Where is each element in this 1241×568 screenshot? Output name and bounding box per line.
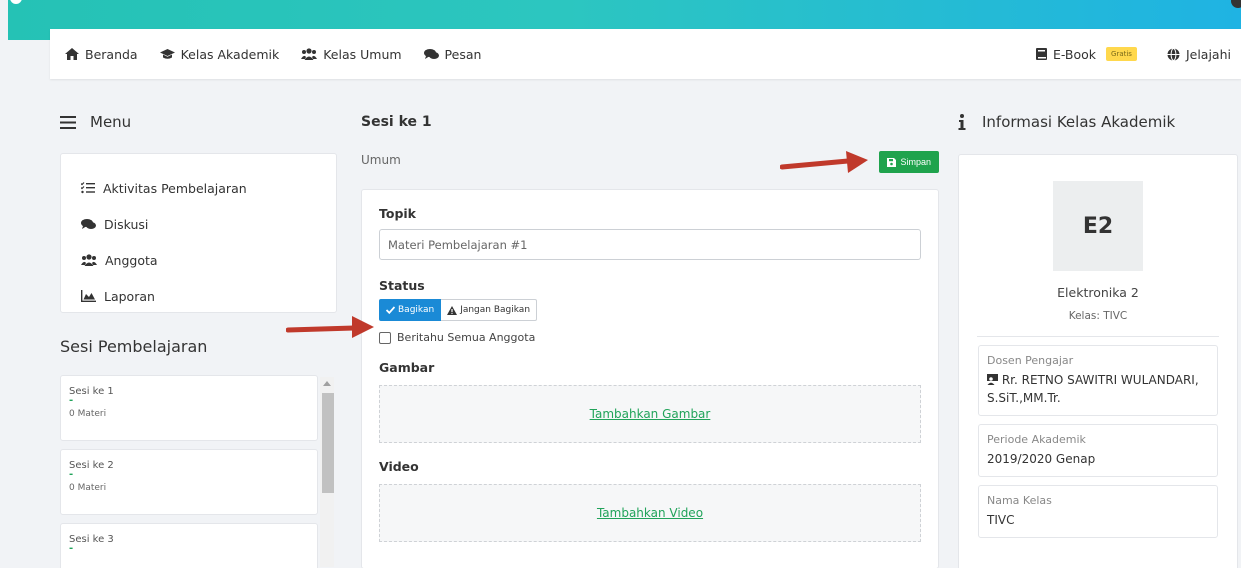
class-box: Nama Kelas TIVC (978, 485, 1218, 538)
session-form: Topik Materi Pembelajaran #1 Status Bagi… (361, 189, 939, 568)
period-label: Periode Akademik (987, 433, 1086, 446)
gratis-badge: Gratis (1106, 47, 1137, 61)
scroll-up-icon[interactable] (323, 381, 331, 386)
nav-beranda-label: Beranda (85, 46, 138, 62)
add-image-link[interactable]: Tambahkan Gambar (590, 407, 711, 421)
right-column: Informasi Kelas Akademik E2 Elektronika … (958, 105, 1238, 568)
nav-ebook[interactable]: E-Book Gratis (1035, 46, 1137, 62)
section-label: Umum (361, 153, 401, 167)
status-label: Status (379, 278, 425, 293)
nav-pesan[interactable]: Pesan (423, 46, 482, 62)
nav-kelas-akademik[interactable]: Kelas Akademik (159, 46, 280, 62)
add-video-link[interactable]: Tambahkan Video (597, 506, 703, 520)
info-header: Informasi Kelas Akademik (958, 105, 1238, 139)
share-button[interactable]: Bagikan (379, 299, 442, 321)
share-button-label: Bagikan (398, 305, 435, 315)
tasks-icon (81, 182, 95, 194)
sidebar-item-label: Diskusi (104, 216, 149, 232)
graduation-cap-icon (159, 48, 175, 59)
no-share-button[interactable]: Jangan Bagikan (441, 299, 538, 321)
session-topic: - (69, 469, 74, 480)
sidebar-item-label: Anggota (105, 252, 158, 268)
users-icon (301, 48, 318, 60)
info-title: Informasi Kelas Akademik (982, 113, 1176, 131)
no-share-button-label: Jangan Bagikan (460, 305, 531, 315)
comments-icon (423, 49, 439, 59)
session-topic: - (69, 395, 74, 406)
topic-input[interactable]: Materi Pembelajaran #1 (379, 229, 921, 260)
warning-icon (447, 305, 458, 315)
check-icon (386, 306, 395, 314)
nav-pesan-label: Pesan (444, 46, 482, 62)
book-icon (1035, 48, 1047, 60)
nav-jelajahi[interactable]: Jelajahi (1167, 47, 1231, 62)
nav-kelas-umum[interactable]: Kelas Umum (301, 46, 402, 62)
topic-label: Topik (379, 206, 416, 221)
image-label: Gambar (379, 360, 435, 375)
sessions-list: Sesi ke 1 - 0 Materi Sesi ke 2 - 0 Mater… (60, 375, 337, 568)
image-dropzone: Tambahkan Gambar (379, 385, 921, 443)
class-value: TIVC (987, 513, 1015, 527)
lecturer-value: Rr. RETNO SAWITRI WULANDARI, S.SiT.,MM.T… (987, 373, 1199, 405)
session-count: 0 Materi (69, 409, 107, 419)
class-label: Nama Kelas (987, 494, 1052, 507)
app-logo[interactable] (10, 0, 22, 4)
session-topic: - (69, 543, 74, 554)
period-box: Periode Akademik 2019/2020 Genap (978, 424, 1218, 477)
class-avatar: E2 (1053, 181, 1143, 271)
session-item[interactable]: Sesi ke 1 - 0 Materi (60, 375, 318, 441)
video-dropzone: Tambahkan Video (379, 484, 921, 542)
save-icon (887, 157, 897, 167)
period-value: 2019/2020 Genap (987, 452, 1096, 466)
status-toggle: Bagikan Jangan Bagikan (379, 299, 921, 321)
nav-kelas-umum-label: Kelas Umum (323, 46, 402, 62)
globe-icon (1167, 47, 1180, 61)
divider (977, 336, 1219, 337)
session-title: Sesi ke 3 (69, 534, 114, 545)
lecturer-box: Dosen Pengajar Rr. RETNO SAWITRI WULANDA… (978, 345, 1218, 416)
sidebar-item-anggota[interactable]: Anggota (81, 242, 336, 278)
navbar: Beranda Kelas Akademik Kelas Umum Pesan … (50, 29, 1241, 79)
sidebar-item-diskusi[interactable]: Diskusi (81, 206, 336, 242)
session-count: 0 Materi (69, 483, 107, 493)
sidebar-item-aktivitas[interactable]: Aktivitas Pembelajaran (81, 170, 336, 206)
menu-title: Menu (90, 113, 132, 131)
sidebar-item-label: Aktivitas Pembelajaran (103, 180, 247, 196)
save-button-label: Simpan (900, 157, 931, 167)
video-label: Video (379, 459, 419, 474)
users-icon (81, 254, 97, 266)
session-item[interactable]: Sesi ke 3 - (60, 523, 318, 568)
notify-checkbox[interactable] (379, 331, 391, 344)
hamburger-icon (60, 115, 76, 129)
comments-icon (81, 219, 96, 229)
menu-card: Aktivitas Pembelajaran Diskusi Anggota L… (60, 153, 337, 313)
page-title: Sesi ke 1 (361, 114, 432, 130)
nav-ebook-label: E-Book (1052, 46, 1097, 62)
save-button[interactable]: Simpan (879, 151, 939, 173)
user-avatar[interactable] (1231, 0, 1241, 8)
teacher-icon (987, 374, 998, 385)
arrow-to-save-icon (780, 151, 868, 173)
home-icon (65, 48, 79, 60)
info-icon (958, 114, 966, 130)
arrow-to-share-icon (286, 316, 374, 338)
lecturer-label: Dosen Pengajar (987, 354, 1074, 367)
session-title: Sesi ke 2 (69, 460, 114, 471)
class-name: Elektronika 2 (1057, 285, 1139, 300)
notify-label: Beritahu Semua Anggota (397, 331, 536, 344)
session-item[interactable]: Sesi ke 2 - 0 Materi (60, 449, 318, 515)
sidebar-item-laporan[interactable]: Laporan (81, 278, 336, 314)
notify-row: Beritahu Semua Anggota (379, 331, 921, 344)
info-card: E2 Elektronika 2 Kelas: TIVC Dosen Penga… (958, 154, 1238, 568)
sidebar-item-label: Laporan (104, 288, 155, 304)
session-title: Sesi ke 1 (69, 386, 114, 397)
nav-kelas-akademik-label: Kelas Akademik (180, 46, 280, 62)
nav-jelajahi-label: Jelajahi (1185, 46, 1231, 62)
class-subtitle: Kelas: TIVC (1068, 310, 1128, 322)
scrollbar-thumb[interactable] (322, 393, 334, 493)
chart-area-icon (81, 290, 96, 302)
sessions-scrollbar[interactable] (320, 377, 334, 567)
menu-header[interactable]: Menu (60, 105, 337, 139)
nav-beranda[interactable]: Beranda (65, 47, 138, 62)
